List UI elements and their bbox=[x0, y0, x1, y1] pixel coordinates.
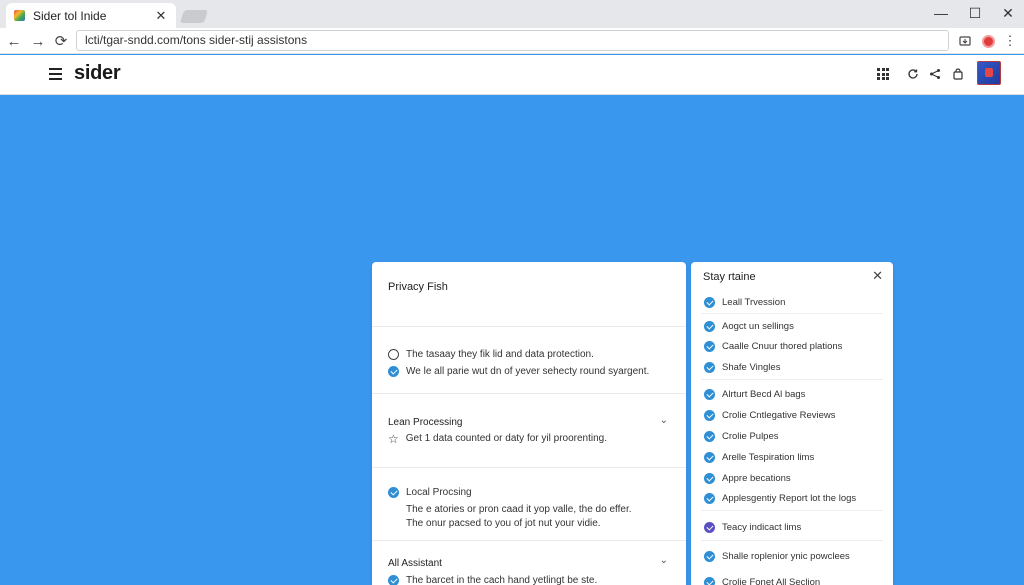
list-item[interactable]: Shalle roplenior ynic powclees bbox=[704, 551, 850, 562]
tab-close-icon[interactable]: ✕ bbox=[154, 8, 168, 24]
list-item[interactable]: Alrturt Becd Al bags bbox=[704, 389, 805, 400]
favicon-icon bbox=[14, 10, 25, 21]
list-item-label: Applesgentiy Report lot the logs bbox=[722, 493, 857, 504]
lean-processing-label: Get 1 data counted or daty for yil proor… bbox=[405, 433, 607, 444]
all-assistant-label: The barcet in the cach hand yetlingt be … bbox=[406, 575, 598, 585]
divider bbox=[701, 379, 883, 380]
list-item-label: Aogct un sellings bbox=[722, 321, 794, 332]
star-icon: ☆ bbox=[388, 431, 399, 446]
section-title-all-assistant[interactable]: All Assistant bbox=[388, 558, 442, 569]
local-processing-label: Local Procsing bbox=[406, 487, 472, 498]
reload-icon[interactable]: ⟳ bbox=[51, 31, 71, 51]
check-circle-icon bbox=[704, 431, 715, 442]
list-item[interactable]: Applesgentiy Report lot the logs bbox=[704, 493, 856, 504]
bag-icon[interactable] bbox=[949, 65, 967, 83]
divider bbox=[701, 313, 883, 314]
check-circle-icon bbox=[704, 297, 715, 308]
list-item[interactable]: Arelle Tespiration lims bbox=[704, 452, 814, 463]
local-processing-desc: The onur pacsed to you of jot nut your v… bbox=[406, 518, 601, 529]
section-title-lean-processing[interactable]: Lean Processing bbox=[388, 417, 463, 428]
extension-icon[interactable] bbox=[979, 32, 997, 50]
check-circle-icon bbox=[704, 341, 715, 352]
check-circle-icon bbox=[704, 473, 715, 484]
address-bar[interactable]: lcti/tgar-sndd.com/tons sider-stij assis… bbox=[76, 30, 949, 51]
lean-processing-item[interactable]: ☆ Get 1 data counted or daty for yil pro… bbox=[388, 431, 607, 446]
divider bbox=[372, 326, 686, 327]
list-item[interactable]: Leall Trvession bbox=[704, 297, 785, 308]
list-item[interactable]: Crolie Cntlegative Reviews bbox=[704, 410, 836, 421]
hamburger-menu-icon[interactable] bbox=[49, 68, 62, 80]
back-icon[interactable]: ← bbox=[4, 31, 24, 51]
install-app-icon[interactable] bbox=[956, 32, 974, 50]
privacy-panel: Privacy Fish The tasaay they fik lid and… bbox=[372, 262, 686, 585]
app-header: sider bbox=[0, 55, 1024, 95]
divider bbox=[372, 540, 686, 541]
brand-logo[interactable]: sider bbox=[74, 62, 121, 85]
local-processing-desc: The e atories or pron caad it yop valle,… bbox=[406, 504, 632, 515]
list-item[interactable]: Crolie Fonet All Seclion bbox=[704, 577, 820, 585]
check-circle-icon bbox=[704, 577, 715, 585]
share-icon[interactable] bbox=[926, 65, 944, 83]
list-item-label: Teacy indicact lims bbox=[722, 522, 802, 533]
list-item-label: Alrturt Becd Al bags bbox=[722, 389, 806, 400]
divider bbox=[372, 393, 686, 394]
list-item[interactable]: Shafe Vingles bbox=[704, 362, 780, 373]
stay-panel: Stay rtaine ✕ Leall Trvession Aogct un s… bbox=[691, 262, 893, 585]
apps-grid-icon[interactable] bbox=[874, 65, 892, 83]
check-circle-icon bbox=[704, 321, 715, 332]
list-item-label: Shafe Vingles bbox=[722, 362, 781, 373]
all-assistant-item[interactable]: The barcet in the cach hand yetlingt be … bbox=[388, 575, 597, 585]
browser-menu-icon[interactable]: ⋮ bbox=[1001, 32, 1019, 50]
chevron-down-icon[interactable]: ⌄ bbox=[660, 555, 668, 566]
list-item-label: Crolie Pulpes bbox=[722, 431, 779, 442]
list-item-label: Shalle roplenior ynic powclees bbox=[722, 551, 850, 562]
check-circle-icon bbox=[704, 522, 715, 533]
stay-panel-title: Stay rtaine bbox=[703, 271, 756, 283]
check-circle-icon bbox=[704, 410, 715, 421]
chevron-down-icon[interactable]: ⌄ bbox=[660, 415, 668, 426]
check-circle-icon bbox=[388, 575, 399, 585]
check-circle-icon bbox=[388, 487, 399, 498]
tab-title: Sider tol Inide bbox=[33, 8, 107, 23]
divider bbox=[372, 467, 686, 468]
list-item-label: Leall Trvession bbox=[722, 297, 786, 308]
list-item[interactable]: Aogct un sellings bbox=[704, 321, 794, 332]
check-circle-icon bbox=[388, 366, 399, 377]
list-item-label: Appre becations bbox=[722, 473, 791, 484]
list-item[interactable]: Crolie Pulpes bbox=[704, 431, 779, 442]
list-item[interactable]: Teacy indicact lims bbox=[704, 522, 801, 533]
radio-unchecked-icon bbox=[388, 349, 399, 360]
list-item[interactable]: Appre becations bbox=[704, 473, 791, 484]
check-circle-icon bbox=[704, 493, 715, 504]
avatar[interactable] bbox=[977, 61, 1001, 85]
section-title-local-processing[interactable]: Local Procsing bbox=[388, 487, 472, 498]
divider bbox=[701, 540, 883, 541]
check-circle-icon bbox=[704, 551, 715, 562]
forward-icon[interactable]: → bbox=[28, 31, 48, 51]
browser-toolbar: ← → ⟳ lcti/tgar-sndd.com/tons sider-stij… bbox=[0, 28, 1024, 54]
privacy-option-label: We le all parie wut dn of yever sehecty … bbox=[406, 366, 650, 377]
list-item-label: Arelle Tespiration lims bbox=[722, 452, 815, 463]
check-circle-icon bbox=[704, 389, 715, 400]
privacy-option-label: The tasaay they fik lid and data protect… bbox=[406, 349, 594, 360]
check-circle-icon bbox=[704, 362, 715, 373]
privacy-option-radio[interactable]: The tasaay they fik lid and data protect… bbox=[388, 349, 594, 360]
list-item-label: Crolie Cntlegative Reviews bbox=[722, 410, 836, 421]
window-close-icon[interactable]: ✕ bbox=[996, 3, 1020, 23]
maximize-icon[interactable]: ☐ bbox=[963, 3, 987, 23]
minimize-icon[interactable]: — bbox=[929, 3, 953, 23]
new-tab-button[interactable] bbox=[179, 10, 209, 23]
divider bbox=[701, 510, 883, 511]
list-item[interactable]: Caalle Cnuur thored plations bbox=[704, 341, 842, 352]
browser-tab-bar: Sider tol Inide ✕ — ☐ ✕ bbox=[0, 0, 1024, 28]
privacy-panel-title: Privacy Fish bbox=[388, 281, 448, 293]
list-item-label: Crolie Fonet All Seclion bbox=[722, 577, 821, 585]
refresh-icon[interactable] bbox=[904, 65, 922, 83]
privacy-option-checked[interactable]: We le all parie wut dn of yever sehecty … bbox=[388, 366, 649, 377]
list-item-label: Caalle Cnuur thored plations bbox=[722, 341, 843, 352]
browser-tab[interactable]: Sider tol Inide ✕ bbox=[6, 3, 176, 28]
check-circle-icon bbox=[704, 452, 715, 463]
close-icon[interactable]: ✕ bbox=[872, 268, 883, 284]
